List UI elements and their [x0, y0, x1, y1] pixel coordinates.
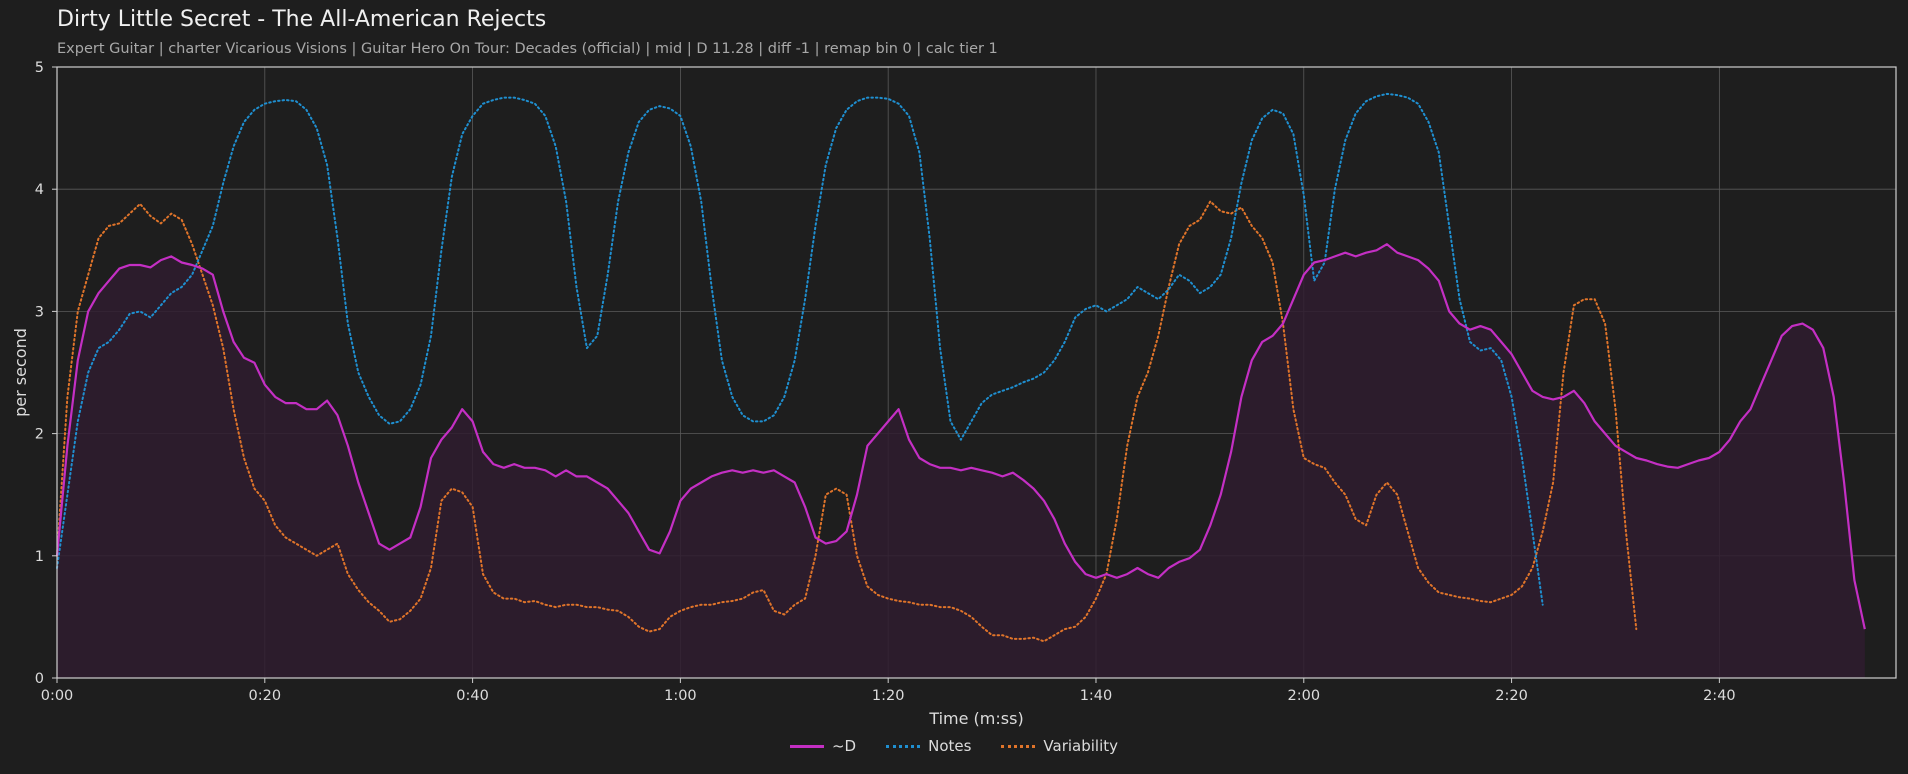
legend-item-notes: Notes [886, 737, 971, 755]
x-tick-label: 1:00 [664, 688, 697, 704]
y-tick-label: 2 [35, 427, 44, 443]
chart-canvas: 0:00 0:20 0:40 1:00 1:20 1:40 2:00 2:20 2:40 0 1 2 3… [11, 60, 1897, 728]
legend-swatch-notes [886, 744, 921, 748]
legend-item-variability: Variability [1001, 737, 1118, 755]
legend-label-variability: Variability [1043, 737, 1119, 755]
y-tick-label: 3 [35, 304, 44, 320]
x-tick-label: 0:00 [41, 688, 74, 704]
legend-swatch-variability [1001, 744, 1036, 748]
legend-label-d: ~D [831, 737, 857, 755]
y-tick-label: 4 [35, 182, 44, 198]
x-tick-label: 0:20 [249, 688, 282, 704]
series-d-area [57, 244, 1865, 678]
legend-item-d: ~D [789, 737, 857, 755]
x-tick-label: 2:20 [1495, 688, 1528, 704]
x-axis-label: Time (m:ss) [928, 709, 1023, 728]
x-tick-label: 2:00 [1287, 688, 1320, 704]
legend: ~D Notes Variability [0, 737, 1908, 755]
x-tick-label: 1:40 [1080, 688, 1113, 704]
series-marks [55, 92, 1866, 678]
y-tick-label: 5 [35, 60, 44, 76]
x-tick-label: 0:40 [456, 688, 489, 704]
x-tick-label: 1:20 [872, 688, 905, 704]
y-tick-label: 1 [35, 549, 44, 565]
legend-label-notes: Notes [928, 737, 972, 755]
y-tick-label: 0 [35, 671, 44, 687]
x-tick-label: 2:40 [1703, 688, 1736, 704]
y-axis-label: per second [11, 328, 30, 417]
legend-swatch-d [789, 744, 824, 748]
